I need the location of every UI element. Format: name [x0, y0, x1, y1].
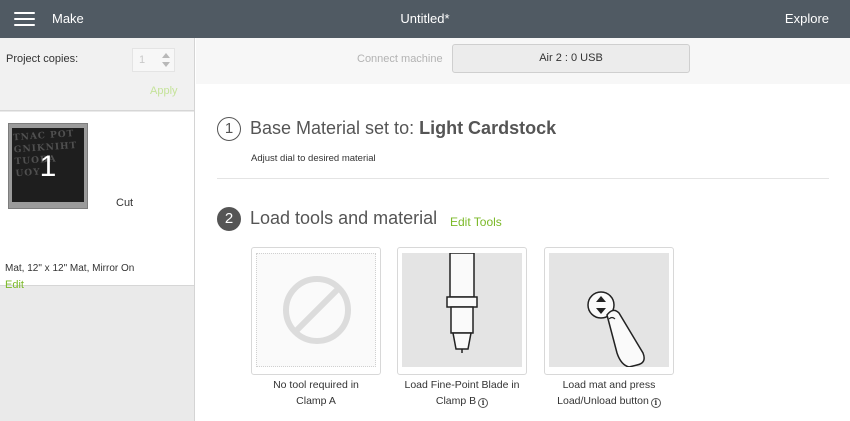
load-mat-caption-line1: Load mat and press: [562, 379, 656, 391]
document-title: Untitled*: [400, 11, 450, 26]
apply-button[interactable]: Apply: [150, 85, 178, 97]
mat-panel: TNAC POT GNIKNIHT TUOBA UOY 1 Cut Mat, 1…: [0, 112, 194, 291]
copies-stepper[interactable]: [161, 51, 171, 69]
connect-bar: Connect machine Air 2 : 0 USB: [196, 38, 850, 84]
step1-title-prefix: Base Material set to:: [250, 118, 420, 138]
clamp-a-caption-line2: Clamp A: [296, 395, 336, 407]
machine-select-button[interactable]: Air 2 : 0 USB: [452, 44, 690, 73]
mat-number: 1: [39, 150, 57, 183]
mat-action-label: Cut: [116, 197, 134, 209]
project-copies-input[interactable]: 1: [132, 48, 175, 72]
load-button-press-icon: [587, 291, 645, 368]
project-copies-label: Project copies:: [6, 53, 79, 65]
step1-title: Base Material set to: Light Cardstock: [250, 118, 556, 139]
clamp-b-caption: Load Fine-Point Blade in Clamp Bi: [397, 377, 527, 409]
step2-title: Load tools and material: [250, 208, 438, 228]
sidebar: Project copies: 1 Apply TNAC POT GNIKNIH…: [0, 38, 195, 421]
connect-machine-label: Connect machine: [357, 53, 443, 65]
no-tool-icon: [283, 276, 351, 344]
main-panel: Connect machine Air 2 : 0 USB 1 Base Mat…: [196, 38, 850, 421]
clamp-b-caption-line1: Load Fine-Point Blade in: [404, 379, 520, 391]
divider: [217, 178, 829, 179]
mat-edit-link[interactable]: Edit: [5, 279, 24, 291]
base-material-name: Light Cardstock: [419, 118, 557, 138]
edit-tools-link[interactable]: Edit Tools: [450, 215, 502, 229]
load-mat-card: [544, 247, 674, 375]
mat-thumbnail[interactable]: TNAC POT GNIKNIHT TUOBA UOY 1: [8, 123, 88, 209]
step1-number: 1: [217, 117, 241, 141]
load-mat-caption: Load mat and press Load/Unload button i: [544, 377, 674, 409]
load-mat-info-icon[interactable]: i: [650, 398, 661, 408]
stepper-up-icon[interactable]: [162, 53, 170, 58]
fine-point-blade-icon: [446, 252, 478, 353]
stepper-down-icon[interactable]: [162, 62, 170, 67]
load-mat-caption-line2: Load/Unload button: [557, 395, 649, 407]
load-mat-image: [549, 253, 669, 368]
clamp-b-card: [397, 247, 527, 375]
project-copies-panel: Project copies: 1 Apply: [0, 38, 194, 111]
hamburger-menu-icon[interactable]: [14, 11, 35, 27]
mat-info: Mat, 12" x 12" Mat, Mirror On: [5, 263, 135, 274]
clamp-a-caption-line1: No tool required in: [273, 379, 359, 391]
clamp-a-image: [256, 253, 376, 367]
clamp-a-caption: No tool required in Clamp A: [251, 377, 381, 409]
top-bar: Make Untitled* Explore: [0, 0, 850, 38]
app-title: Make: [52, 11, 84, 26]
step1-subtitle: Adjust dial to desired material: [251, 153, 376, 164]
explore-link[interactable]: Explore: [785, 11, 829, 26]
clamp-b-info-icon[interactable]: i: [478, 398, 489, 408]
clamp-b-image: [402, 252, 522, 367]
clamp-a-card: [251, 247, 381, 375]
step2-number: 2: [217, 207, 241, 231]
clamp-b-caption-line2: Clamp B: [435, 395, 477, 407]
mat-preview: TNAC POT GNIKNIHT TUOBA UOY 1: [12, 128, 84, 202]
project-copies-value: 1: [139, 54, 146, 66]
